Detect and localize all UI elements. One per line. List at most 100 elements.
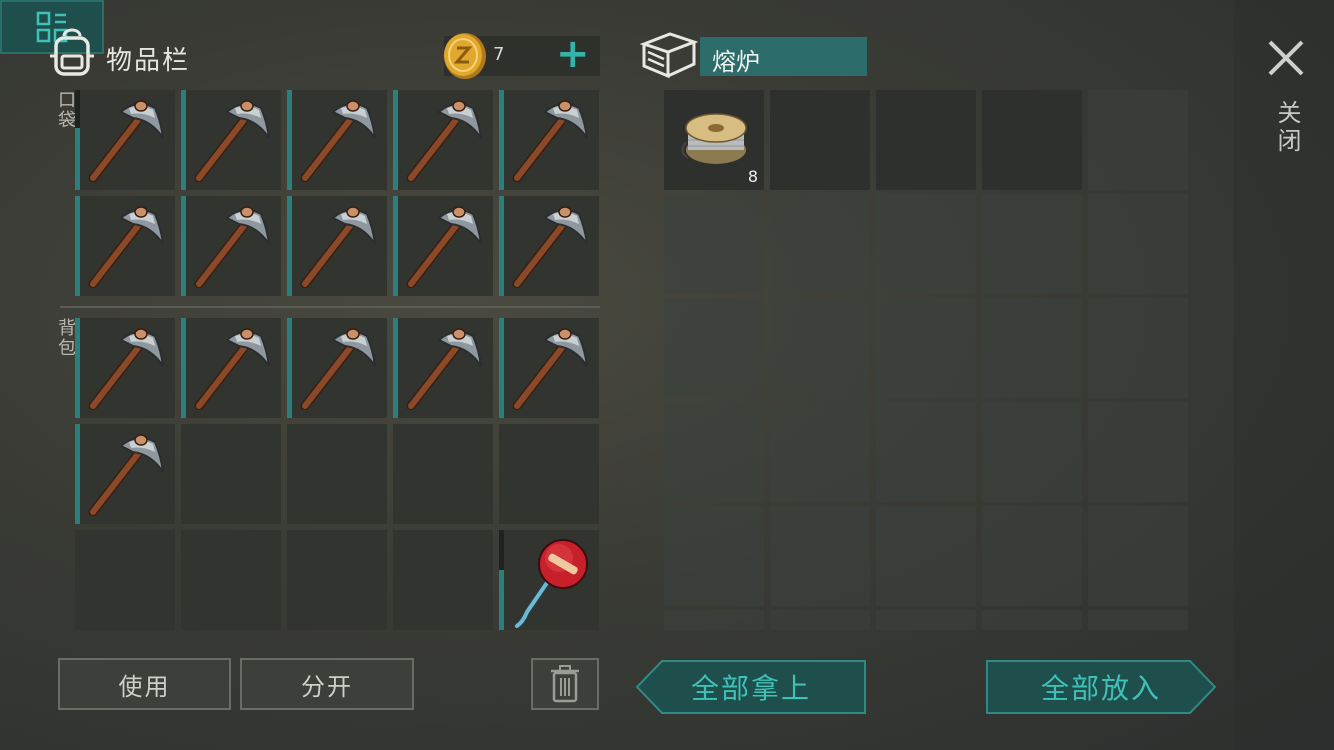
container-slot-13[interactable] (982, 298, 1082, 398)
pickaxe-icon (406, 206, 482, 288)
section-divider (60, 306, 600, 308)
container-slot-28[interactable] (982, 610, 1082, 630)
pickaxe-icon (512, 328, 588, 410)
container-slot-6[interactable] (770, 194, 870, 294)
container-slot-8[interactable] (982, 194, 1082, 294)
container-slot-5[interactable] (664, 194, 764, 294)
pickaxe-icon (406, 100, 482, 182)
container-slot-14[interactable] (1088, 298, 1188, 398)
container-slot-12[interactable] (876, 298, 976, 398)
pocket-slot-4[interactable] (499, 90, 599, 190)
container-title: 熔炉 (712, 48, 760, 76)
container-slot-23[interactable] (982, 506, 1082, 606)
backpack-slot-1[interactable] (181, 318, 281, 418)
pocket-slot-3[interactable] (393, 90, 493, 190)
container-slot-25[interactable] (664, 610, 764, 630)
container-slot-4[interactable] (1088, 90, 1188, 190)
container-slot-9[interactable] (1088, 194, 1188, 294)
durability-bar (499, 196, 504, 296)
durability-bar (287, 196, 292, 296)
pocket-slot-2[interactable] (287, 90, 387, 190)
pickaxe-icon (406, 328, 482, 410)
backpack-slot-5[interactable] (75, 424, 175, 524)
backpack-slot-6[interactable] (181, 424, 281, 524)
container-slot-18[interactable] (982, 402, 1082, 502)
backpack-slot-0[interactable] (75, 318, 175, 418)
pickaxe-icon (300, 206, 376, 288)
durability-bar (393, 196, 398, 296)
container-slot-21[interactable] (770, 506, 870, 606)
container-slot-17[interactable] (876, 402, 976, 502)
close-label[interactable]: 关闭 (1270, 100, 1305, 156)
container-slot-26[interactable] (770, 610, 870, 630)
backpack-slot-11[interactable] (181, 530, 281, 630)
container-slot-2[interactable] (876, 90, 976, 190)
pickaxe-icon (88, 434, 164, 516)
close-icon[interactable] (1266, 38, 1306, 78)
pocket-slot-0[interactable] (75, 90, 175, 190)
use-button[interactable]: 使用 (58, 658, 231, 710)
pickaxe-icon (194, 206, 270, 288)
backpack-slot-2[interactable] (287, 318, 387, 418)
backpack-slot-10[interactable] (75, 530, 175, 630)
stack-count: 8 (747, 167, 758, 186)
pickaxe-icon (88, 328, 164, 410)
pickaxe-icon (88, 206, 164, 288)
pickaxe-icon (300, 328, 376, 410)
durability-bar (499, 318, 504, 418)
pickaxe-icon (88, 100, 164, 182)
container-slot-16[interactable] (770, 402, 870, 502)
container-slot-24[interactable] (1088, 506, 1188, 606)
backpack-slot-13[interactable] (393, 530, 493, 630)
chest-icon (640, 32, 698, 79)
coin-count: 7 (493, 44, 505, 65)
durability-bar (75, 424, 80, 524)
durability-bar (287, 90, 292, 190)
take-all-label: 全部拿上 (690, 672, 811, 705)
backpack-slot-3[interactable] (393, 318, 493, 418)
container-slot-0[interactable]: 8 (664, 90, 764, 190)
take-all-button[interactable]: 全部拿上 (636, 660, 866, 714)
container-slot-7[interactable] (876, 194, 976, 294)
container-slot-3[interactable] (982, 90, 1082, 190)
pocket-slot-9[interactable] (499, 196, 599, 296)
container-slot-27[interactable] (876, 610, 976, 630)
durability-bar (393, 90, 398, 190)
pickaxe-icon (512, 100, 588, 182)
pocket-slot-5[interactable] (75, 196, 175, 296)
backpack-slot-8[interactable] (393, 424, 493, 524)
plus-icon[interactable]: + (556, 32, 590, 76)
put-all-button[interactable]: 全部放入 (986, 660, 1216, 714)
pickaxe-icon (194, 100, 270, 182)
trash-button[interactable] (531, 658, 599, 710)
durability-bar (75, 318, 80, 418)
container-slot-19[interactable] (1088, 402, 1188, 502)
trash-icon (551, 665, 579, 703)
durability-bar (393, 318, 398, 418)
container-slot-20[interactable] (664, 506, 764, 606)
durability-bar (75, 196, 80, 296)
container-slot-15[interactable] (664, 402, 764, 502)
container-slot-1[interactable] (770, 90, 870, 190)
backpack-slot-14[interactable] (499, 530, 599, 630)
container-slot-11[interactable] (770, 298, 870, 398)
put-all-label: 全部放入 (1040, 672, 1161, 705)
container-slot-10[interactable] (664, 298, 764, 398)
split-button[interactable]: 分开 (240, 658, 414, 710)
container-slot-22[interactable] (876, 506, 976, 606)
backpack-slot-7[interactable] (287, 424, 387, 524)
durability-bar (75, 128, 80, 190)
container-slot-29[interactable] (1088, 610, 1188, 630)
pickaxe-icon (300, 100, 376, 182)
pocket-slot-8[interactable] (393, 196, 493, 296)
durability-bar (181, 318, 186, 418)
backpack-slot-4[interactable] (499, 318, 599, 418)
backpack-slot-12[interactable] (287, 530, 387, 630)
pocket-slot-1[interactable] (181, 90, 281, 190)
pocket-slot-7[interactable] (287, 196, 387, 296)
durability-bar (499, 570, 504, 630)
backpack-slot-9[interactable] (499, 424, 599, 524)
wire-spool-icon (681, 113, 747, 164)
pocket-slot-6[interactable] (181, 196, 281, 296)
inventory-title: 物品栏 (106, 46, 191, 76)
